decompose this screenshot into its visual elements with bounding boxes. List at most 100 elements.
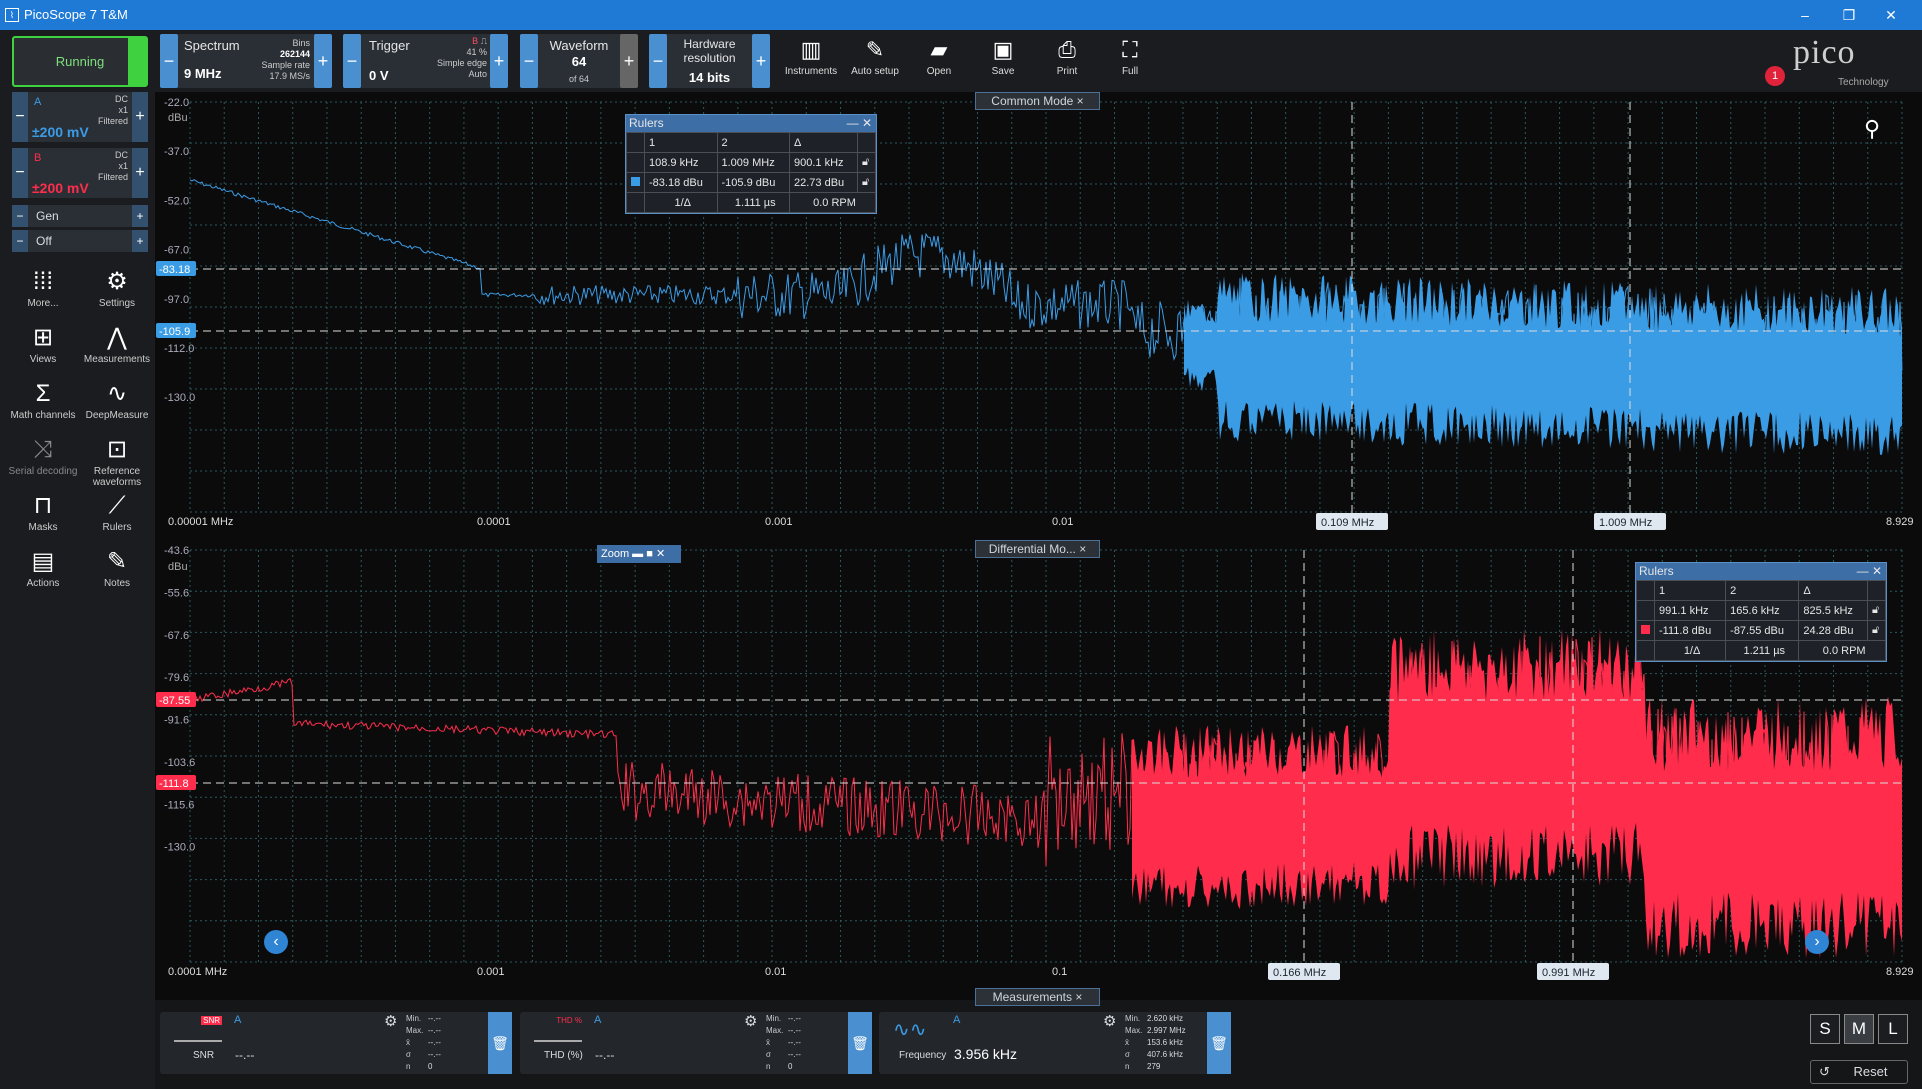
gen-state-plus[interactable]: +: [132, 230, 148, 252]
waveform-value[interactable]: 64: [540, 54, 618, 69]
serial-decoding-button[interactable]: ⤨ Serial decoding: [8, 434, 78, 477]
instruments-button[interactable]: ▥ Instruments: [781, 34, 841, 88]
channel-b-plus[interactable]: +: [132, 148, 148, 198]
rulers-button[interactable]: ⟋ Rulers: [82, 490, 152, 533]
frequency-channel: A: [953, 1014, 961, 1026]
run-button[interactable]: Running: [12, 36, 148, 87]
trash-icon[interactable]: 🗑︎: [848, 1012, 872, 1074]
scroll-right-button[interactable]: ›: [1805, 930, 1829, 954]
gen-minus[interactable]: −: [12, 205, 28, 227]
spectrum-plus-button[interactable]: +: [314, 34, 332, 88]
view1-rulers-panel[interactable]: Rulers — ✕ 12Δ 108.9 kHz 1.009 MHz 900.1 kH…: [625, 114, 877, 214]
close-window-button[interactable]: ✕: [1880, 5, 1902, 25]
zoom-toolbar[interactable]: Zoom ▬ ■ ✕: [597, 545, 681, 563]
print-button[interactable]: ⎙ Print: [1037, 34, 1097, 88]
minimize-button[interactable]: –: [1794, 5, 1816, 25]
spectrum-minus-button[interactable]: −: [160, 34, 178, 88]
view2-rulers-panel[interactable]: Rulers — ✕ 12Δ 991.1 kHz 165.6 kHz 825.5 kH…: [1635, 562, 1887, 662]
full-screen-button[interactable]: ⛶ Full: [1100, 34, 1160, 88]
size-s-button[interactable]: S: [1810, 1014, 1840, 1044]
channel-a-swatch: [631, 176, 640, 186]
trash-icon[interactable]: 🗑︎: [1207, 1012, 1231, 1074]
actions-button[interactable]: ▤ Actions: [8, 546, 78, 589]
stat-label: x̄: [406, 1038, 410, 1047]
serial-decode-icon: ⤨: [33, 436, 53, 463]
view1-unit: dBu: [168, 112, 188, 124]
resolution-plus-button[interactable]: +: [752, 34, 770, 88]
stat-label: σ: [766, 1050, 771, 1059]
channel-a-box[interactable]: − A ±200 mV DC x1 Filtered +: [12, 92, 148, 142]
reference-waveforms-label: Reference waveforms: [92, 466, 142, 488]
stat-value: --.--: [788, 1050, 801, 1059]
reset-button[interactable]: ↺ Reset: [1810, 1060, 1908, 1084]
gen-box[interactable]: − Gen +: [12, 205, 148, 227]
views-button[interactable]: ⊞ Views: [8, 322, 78, 365]
stat-value: --.--: [788, 1014, 801, 1023]
stat-value: 0: [788, 1062, 793, 1071]
ruler-x-marker: [1594, 513, 1666, 530]
zoom-magnifier-icon[interactable]: ⚲: [1864, 116, 1880, 142]
trash-icon[interactable]: 🗑︎: [488, 1012, 512, 1074]
lock-icon[interactable]: 🔓︎: [857, 172, 876, 193]
trigger-value[interactable]: 0 V: [369, 68, 389, 83]
restore-button[interactable]: ❐: [1838, 5, 1860, 25]
channel-b-range[interactable]: ±200 mV: [32, 180, 89, 196]
auto-setup-button[interactable]: ✎ Auto setup: [845, 34, 905, 88]
masks-button[interactable]: ⊓ Masks: [8, 490, 78, 533]
frequency-measurement[interactable]: ∿∿ A Frequency 3.956 kHz ⚙ Min. Max. x̄ σ n …: [879, 1012, 1231, 1074]
view1-rulers-close-icon[interactable]: — ✕: [847, 115, 872, 132]
channel-b-box[interactable]: − B ±200 mV DC x1 Filtered +: [12, 148, 148, 198]
channel-b-probe: x1: [118, 161, 128, 171]
deepmeasure-button[interactable]: ∿ DeepMeasure: [82, 378, 152, 421]
view1-tab[interactable]: Common Mode ×: [975, 92, 1100, 110]
gen-plus[interactable]: +: [132, 205, 148, 227]
size-m-button[interactable]: M: [1844, 1014, 1874, 1044]
trigger-minus-button[interactable]: −: [343, 34, 361, 88]
math-channels-button[interactable]: Σ Math channels: [8, 378, 78, 421]
gear-icon[interactable]: ⚙: [744, 1012, 757, 1030]
waveform-minus-button[interactable]: −: [520, 34, 538, 88]
note-pencil-icon: ✎: [106, 548, 128, 575]
y-tick-label: -130.0: [164, 392, 195, 404]
sine-wave-icon: ∿∿: [893, 1019, 927, 1041]
gear-icon[interactable]: ⚙: [1103, 1012, 1116, 1030]
gen-state-box[interactable]: − Off +: [12, 230, 148, 252]
channel-a-range[interactable]: ±200 mV: [32, 124, 89, 140]
lock-icon[interactable]: 🔓︎: [1867, 600, 1886, 621]
settings-button[interactable]: ⚙ Settings: [82, 266, 152, 309]
spectrum-value[interactable]: 9 MHz: [184, 66, 222, 81]
scroll-left-button[interactable]: ‹: [264, 930, 288, 954]
view1-tab-close[interactable]: ×: [1077, 94, 1084, 108]
reference-waveforms-button[interactable]: ⊡ Reference waveforms: [82, 434, 152, 488]
lock-icon[interactable]: 🔓︎: [1867, 620, 1886, 641]
gear-icon[interactable]: ⚙: [384, 1012, 397, 1030]
channel-a-minus[interactable]: −: [12, 92, 28, 142]
view2-tab-close[interactable]: ×: [1079, 542, 1086, 556]
save-button[interactable]: ▣ Save: [973, 34, 1033, 88]
channel-b-minus[interactable]: −: [12, 148, 28, 198]
measurements-tab[interactable]: Measurements ×: [975, 988, 1100, 1006]
y-tick-label: -79.6: [164, 672, 189, 684]
waveform-plus-button[interactable]: +: [620, 34, 638, 88]
more-button[interactable]: ⁞⁞⁞ More...: [8, 266, 78, 309]
thd-measurement[interactable]: THD % A THD (%) --.-- ⚙ Min. Max. x̄ σ n --.…: [520, 1012, 872, 1074]
measurements-button[interactable]: ⋀ Measurements: [82, 322, 152, 365]
ruler-cell: 900.1 kHz: [789, 152, 858, 173]
col1-header: 1: [1653, 580, 1727, 601]
snr-measurement[interactable]: SNR A SNR --.-- ⚙ Min. Max. x̄ σ n --.-- --.-…: [160, 1012, 512, 1074]
run-label: Running: [55, 54, 105, 69]
view2-rulers-close-icon[interactable]: — ✕: [1857, 563, 1882, 580]
gen-state-minus[interactable]: −: [12, 230, 28, 252]
view2-tab[interactable]: Differential Mo... ×: [975, 540, 1100, 558]
trigger-plus-button[interactable]: +: [490, 34, 508, 88]
channel-a-plus[interactable]: +: [132, 92, 148, 142]
resolution-value[interactable]: 14 bits: [669, 70, 750, 85]
notification-badge[interactable]: 1: [1765, 66, 1785, 86]
size-l-button[interactable]: L: [1878, 1014, 1908, 1044]
sample-rate-label: Sample rate: [261, 60, 310, 70]
open-button[interactable]: ▰ Open: [909, 34, 969, 88]
resolution-minus-button[interactable]: −: [649, 34, 667, 88]
lock-icon[interactable]: 🔓︎: [857, 152, 876, 173]
ruler-x-marker: [1537, 963, 1609, 980]
notes-button[interactable]: ✎ Notes: [82, 546, 152, 589]
